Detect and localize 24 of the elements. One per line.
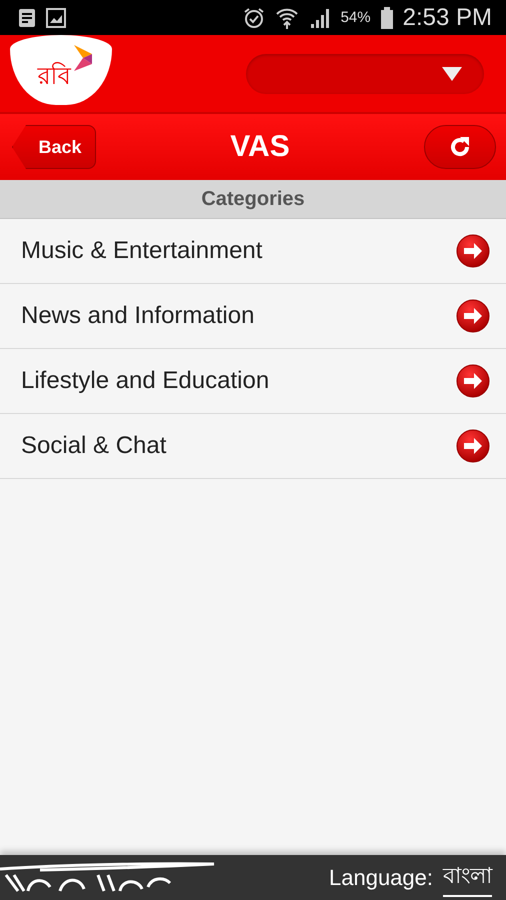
back-button[interactable]: Back (12, 125, 96, 169)
arrow-right-icon[interactable] (456, 299, 490, 333)
clock-time: 2:53 PM (402, 4, 492, 32)
category-label: Lifestyle and Education (21, 367, 270, 395)
page-title: VAS (230, 130, 290, 164)
battery-percent: 54% (340, 9, 371, 26)
category-label: Music & Entertainment (21, 237, 262, 265)
section-title: Categories (201, 188, 305, 210)
category-label: Social & Chat (21, 432, 166, 460)
caret-icon (442, 66, 462, 80)
logo-mark-icon (74, 45, 94, 71)
battery-icon (380, 6, 393, 28)
arrow-right-icon[interactable] (456, 429, 490, 463)
arrow-right-icon[interactable] (456, 364, 490, 398)
notes-icon (18, 8, 36, 28)
alarm-icon (242, 6, 265, 28)
language-label: Language: (329, 864, 433, 890)
refresh-button[interactable] (424, 125, 496, 169)
arrow-right-icon[interactable] (456, 234, 490, 268)
image-icon (46, 8, 66, 28)
logo-text: রবি (38, 61, 70, 92)
category-label: News and Information (21, 302, 254, 330)
language-link[interactable]: বাংলা (443, 858, 492, 897)
signal-icon (308, 6, 331, 28)
